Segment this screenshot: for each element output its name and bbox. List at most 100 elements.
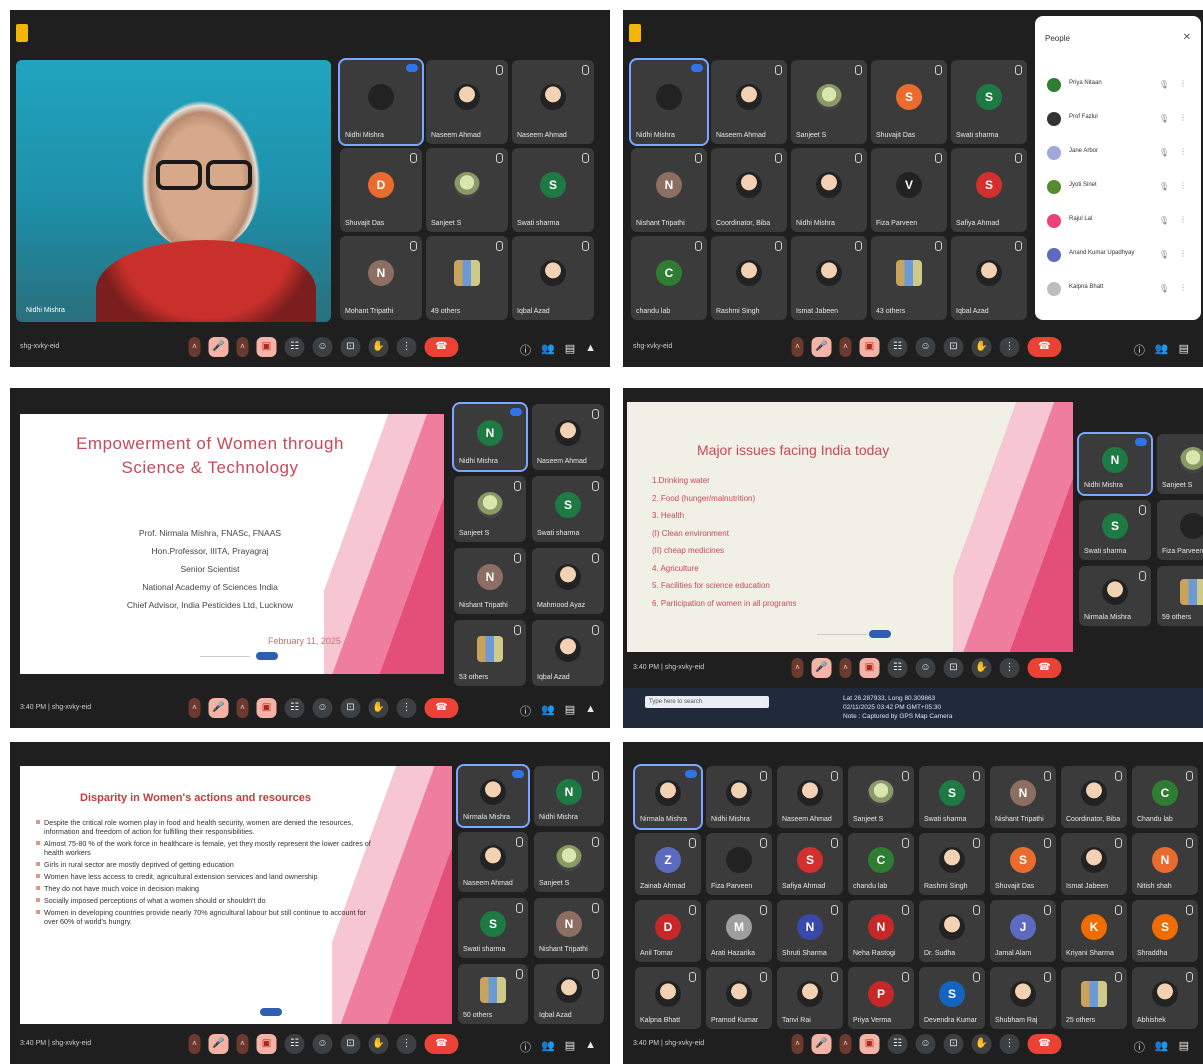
participant-tile[interactable]: Dr. Sudha <box>919 900 985 962</box>
captions-icon[interactable]: ☷ <box>887 658 908 678</box>
participant-tile[interactable]: J Jamal Alam <box>990 900 1056 962</box>
participant-tile[interactable]: M Arati Hazarika <box>706 900 772 962</box>
more-icon[interactable]: ⋮ <box>396 1034 417 1054</box>
participant-tile[interactable]: Ismat Jabeen <box>1061 833 1127 895</box>
present-icon[interactable]: ⊡ <box>340 337 361 357</box>
more-icon[interactable]: ⋮ <box>396 337 417 357</box>
camera-options-icon[interactable]: ˄ <box>839 1034 852 1054</box>
mic-options-icon[interactable]: ˄ <box>188 698 201 718</box>
participant-tile[interactable]: N Neha Rastogi <box>848 900 914 962</box>
participant-tile[interactable]: Mahmood Ayaz <box>532 548 604 614</box>
participant-tile[interactable]: 43 others <box>871 236 947 320</box>
participant-tile[interactable]: S Swati sharma <box>512 148 594 232</box>
mic-icon[interactable]: 🎤 <box>208 337 229 357</box>
participant-tile[interactable]: 53 others <box>454 620 526 686</box>
emoji-icon[interactable]: ☺ <box>312 1034 333 1054</box>
end-call-icon[interactable]: ☎ <box>424 698 459 718</box>
participant-tile[interactable]: V Fiza Parveen <box>871 148 947 232</box>
end-call-icon[interactable]: ☎ <box>424 1034 459 1054</box>
participant-tile[interactable]: S Safiya Ahmad <box>951 148 1027 232</box>
slide-nav-pill[interactable] <box>256 652 278 660</box>
participant-tile[interactable]: 50 others <box>458 964 528 1024</box>
mic-icon[interactable]: 🎙 <box>1159 250 1169 259</box>
mic-icon[interactable]: 🎙 <box>1159 216 1169 225</box>
more-icon[interactable]: ⋮ <box>1179 181 1187 190</box>
participant-tile[interactable]: Ismat Jabeen <box>791 236 867 320</box>
emoji-icon[interactable]: ☺ <box>915 337 936 357</box>
present-icon[interactable]: ⊡ <box>943 1034 964 1054</box>
slide-nav-pill[interactable] <box>260 1008 282 1016</box>
participant-tile[interactable]: Sanjeet S <box>1157 434 1203 494</box>
more-icon[interactable]: ⋮ <box>999 658 1020 678</box>
participant-tile[interactable]: Rashmi Singh <box>711 236 787 320</box>
participant-tile[interactable]: Coordinator, Biba <box>711 148 787 232</box>
present-icon[interactable]: ⊡ <box>943 337 964 357</box>
participant-tile[interactable]: Naseem Ahmad <box>532 404 604 470</box>
end-call-icon[interactable]: ☎ <box>1027 658 1062 678</box>
activities-icon[interactable]: ▲ <box>585 342 596 358</box>
participant-tile[interactable]: Tanvi Rai <box>777 967 843 1029</box>
participant-tile[interactable]: N Shruti Sharma <box>777 900 843 962</box>
mic-options-icon[interactable]: ˄ <box>791 658 804 678</box>
people-icon[interactable]: 👥 <box>541 1039 555 1055</box>
more-icon[interactable]: ⋮ <box>1179 283 1187 292</box>
captions-icon[interactable]: ☷ <box>284 698 305 718</box>
camera-icon[interactable]: ▣ <box>859 1034 880 1054</box>
more-icon[interactable]: ⋮ <box>999 1034 1020 1054</box>
participant-tile[interactable]: Naseem Ahmad <box>777 766 843 828</box>
participant-tile[interactable]: Z Zainab Ahmad <box>635 833 701 895</box>
present-icon[interactable]: ⊡ <box>340 698 361 718</box>
camera-icon[interactable]: ▣ <box>256 698 277 718</box>
participant-tile[interactable]: Nidhi Mishra <box>629 58 709 146</box>
participant-tile[interactable]: P Priya Verma <box>848 967 914 1029</box>
participant-tile[interactable]: Nirmala Mishra <box>1079 566 1151 626</box>
camera-icon[interactable]: ▣ <box>859 337 880 357</box>
participant-tile[interactable]: Naseem Ahmad <box>512 60 594 144</box>
more-icon[interactable]: ⋮ <box>1179 147 1187 156</box>
info-icon[interactable]: ⓘ <box>1134 342 1145 358</box>
participant-tile[interactable]: N Nishant Tripathi <box>534 898 604 958</box>
participant-tile[interactable]: N Nidhi Mishra <box>534 766 604 826</box>
emoji-icon[interactable]: ☺ <box>915 1034 936 1054</box>
main-speaker-video[interactable]: Nidhi Mishra <box>16 60 331 322</box>
participant-tile[interactable]: Sanjeet S <box>791 60 867 144</box>
participant-tile[interactable]: S Swati sharma <box>458 898 528 958</box>
participant-tile[interactable]: N Nishant Tripathi <box>631 148 707 232</box>
participant-tile[interactable]: Sanjeet S <box>534 832 604 892</box>
mic-icon[interactable]: 🎤 <box>208 698 229 718</box>
emoji-icon[interactable]: ☺ <box>312 698 333 718</box>
activities-icon[interactable]: ▲ <box>585 703 596 719</box>
participant-tile[interactable]: 59 others <box>1157 566 1203 626</box>
activities-icon[interactable]: ▲ <box>585 1039 596 1055</box>
participant-tile[interactable]: C Chandu lab <box>1132 766 1198 828</box>
participant-tile[interactable]: Iqbal Azad <box>951 236 1027 320</box>
participant-tile[interactable]: S Shuvajit Das <box>990 833 1056 895</box>
end-call-icon[interactable]: ☎ <box>1027 1034 1062 1054</box>
participant-tile[interactable]: Shubham Raj <box>990 967 1056 1029</box>
mic-icon[interactable]: 🎙 <box>1159 284 1169 293</box>
participant-tile[interactable]: Iqbal Azad <box>534 964 604 1024</box>
raise-hand-icon[interactable]: ✋ <box>368 698 389 718</box>
participant-tile[interactable]: N Nidhi Mishra <box>452 402 528 472</box>
mic-options-icon[interactable]: ˄ <box>188 1034 201 1054</box>
participant-tile[interactable]: Nidhi Mishra <box>791 148 867 232</box>
mic-icon[interactable]: 🎤 <box>208 1034 229 1054</box>
participant-tile[interactable]: S Swati sharma <box>1079 500 1151 560</box>
chat-icon[interactable]: ▤ <box>565 703 575 719</box>
mic-options-icon[interactable]: ˄ <box>791 337 804 357</box>
chat-icon[interactable]: ▤ <box>1179 342 1189 358</box>
participant-tile[interactable]: D Anil Tomar <box>635 900 701 962</box>
people-list-item[interactable]: Jyoti Sinet 🎙 ⋮ <box>1047 178 1193 196</box>
captions-icon[interactable]: ☷ <box>284 337 305 357</box>
raise-hand-icon[interactable]: ✋ <box>971 658 992 678</box>
mic-icon[interactable]: 🎤 <box>811 658 832 678</box>
participant-tile[interactable]: S Swati sharma <box>951 60 1027 144</box>
camera-options-icon[interactable]: ˄ <box>236 1034 249 1054</box>
participant-tile[interactable]: Nidhi Mishra <box>338 58 424 146</box>
participant-tile[interactable]: 25 others <box>1061 967 1127 1029</box>
mic-icon[interactable]: 🎙 <box>1159 80 1169 89</box>
people-list-item[interactable]: Anand Kumar Upadhyay 🎙 ⋮ <box>1047 246 1193 264</box>
mic-icon[interactable]: 🎙 <box>1159 182 1169 191</box>
participant-tile[interactable]: Naseem Ahmad <box>711 60 787 144</box>
present-icon[interactable]: ⊡ <box>340 1034 361 1054</box>
